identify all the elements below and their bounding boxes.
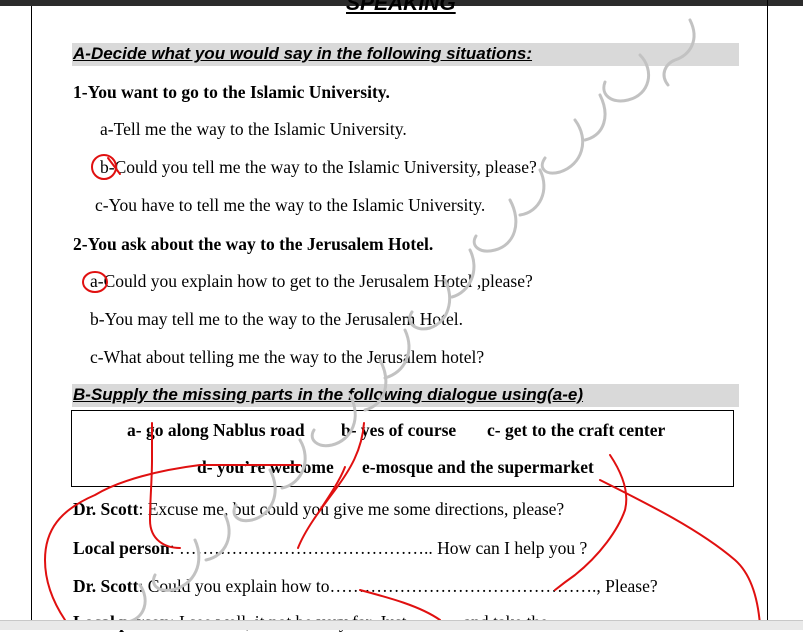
q1-option-b: b-Could you tell me the way to the Islam…: [100, 157, 537, 177]
q2-option-c: c-What about telling me the way to the J…: [90, 347, 485, 367]
dialogue-line-3: Dr. Scott: Could you explain how to………………: [73, 576, 658, 596]
page-right-border: [767, 0, 768, 629]
page-heading: SPEAKING: [346, 0, 456, 15]
section-b-title: B-Supply the missing parts in the follow…: [73, 385, 584, 404]
q2-option-a: a-Could you explain how to get to the Je…: [90, 271, 533, 291]
choice-e: e-mosque and the supermarket: [362, 457, 594, 477]
choice-a: a- go along Nablus road: [127, 420, 305, 440]
choice-d: d- you’re welcome: [197, 457, 334, 477]
q2-option-b: b-You may tell me to the way to the Jeru…: [90, 309, 463, 329]
choice-c: c- get to the craft center: [487, 420, 666, 440]
q1-option-a: a-Tell me the way to the Islamic Univers…: [100, 119, 407, 139]
page-left-border: [31, 6, 32, 629]
question-2: 2-You ask about the way to the Jerusalem…: [73, 234, 434, 254]
dialogue-line-2: Local person: …………………………………….. How can I…: [73, 538, 588, 558]
dialogue-line-1: Dr. Scott: Excuse me, but could you give…: [73, 499, 565, 519]
question-1: 1-You want to go to the Islamic Universi…: [73, 82, 390, 102]
choice-b: b- yes of course: [341, 420, 457, 440]
section-a-title: A-Decide what you would say in the follo…: [73, 44, 533, 63]
q1-option-c: c-You have to tell me the way to the Isl…: [95, 195, 486, 215]
